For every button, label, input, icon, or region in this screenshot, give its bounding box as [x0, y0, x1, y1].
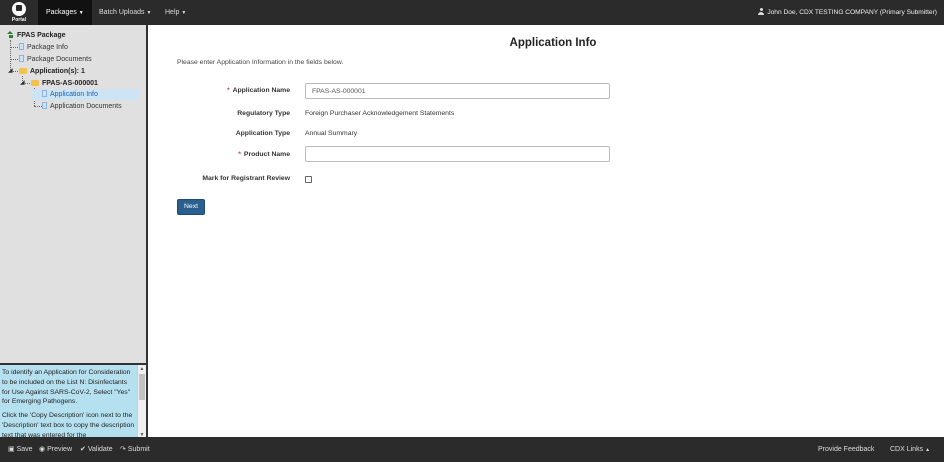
tree-item-application-label: FPAS-AS-000001 — [42, 80, 98, 87]
submit-icon: ↷ — [120, 446, 126, 453]
submit-button[interactable]: ↷ Submit — [120, 437, 150, 462]
registrant-review-label: Mark for Registrant Review — [202, 175, 290, 182]
portal-logo-text: Portal — [11, 17, 27, 23]
document-icon — [42, 102, 47, 109]
collapse-icon[interactable]: ◢ — [20, 80, 25, 86]
caret-down-icon: ▼ — [146, 10, 152, 16]
validate-label: Validate — [87, 446, 113, 453]
tree-item-application-info[interactable]: Application Info — [31, 89, 140, 100]
regulatory-type-value: Foreign Purchaser Acknowledgement Statem… — [305, 110, 455, 117]
document-icon — [19, 55, 24, 62]
folder-icon — [19, 68, 27, 74]
application-name-label-text: Application Name — [232, 87, 290, 94]
tree-item-package-info-label: Package Info — [27, 44, 68, 51]
application-name-input[interactable] — [305, 83, 610, 99]
application-name-label: * Application Name — [140, 87, 290, 94]
required-asterisk: * — [238, 151, 241, 158]
intro-text: Please enter Application Information in … — [177, 59, 344, 66]
submit-label: Submit — [127, 446, 150, 453]
tree-connector — [10, 59, 18, 60]
nav-help-label: Help — [165, 9, 180, 16]
folder-icon — [31, 80, 39, 86]
epa-seal-icon — [12, 2, 26, 16]
save-button[interactable]: ▣ Save — [8, 437, 33, 462]
help-text-paragraph: Click the 'Copy Description' icon next t… — [2, 412, 135, 437]
product-name-label: * Product Name — [140, 151, 290, 158]
registrant-review-checkbox[interactable] — [305, 176, 312, 183]
package-tree: ◢ ◢ FPAS Package Package Info Package Do… — [0, 25, 146, 363]
product-name-label-text: Product Name — [243, 151, 290, 158]
next-button[interactable]: Next — [177, 199, 205, 215]
regulatory-type-label: Regulatory Type — [237, 110, 290, 117]
application-type-value: Annual Summary — [305, 130, 358, 137]
user-name: John Doe, CDX TESTING COMPANY (Primary S… — [767, 9, 937, 16]
sidebar: ◢ ◢ FPAS Package Package Info Package Do… — [0, 25, 148, 437]
tree-item-package[interactable]: FPAS Package — [7, 30, 66, 41]
preview-label: Preview — [47, 446, 73, 453]
user-menu[interactable]: John Doe, CDX TESTING COMPANY (Primary S… — [758, 0, 937, 25]
required-asterisk: * — [226, 87, 230, 94]
tree-item-application[interactable]: FPAS-AS-000001 — [31, 78, 98, 89]
tree-item-application-info-label: Application Info — [50, 91, 98, 98]
scrollbar-thumb[interactable] — [139, 374, 145, 400]
document-icon — [42, 90, 47, 97]
caret-up-icon: ▲ — [925, 447, 931, 453]
caret-down-icon: ▼ — [181, 10, 187, 16]
application-type-label: Application Type — [235, 130, 290, 137]
collapse-icon[interactable]: ◢ — [8, 68, 13, 74]
tree-item-package-documents-label: Package Documents — [27, 56, 92, 63]
cdx-links-label: CDX Links — [890, 446, 924, 453]
bottom-toolbar: ▣ Save ◉ Preview ✔ Validate ↷ Submit Provide… — [0, 437, 944, 462]
help-panel: To identify an Application for Considera… — [0, 363, 146, 437]
tree-item-application-documents-label: Application Documents — [50, 103, 122, 110]
scroll-up-icon[interactable]: ▲ — [138, 365, 146, 373]
top-navbar: Portal Packages ▼ Batch Uploads ▼ Help ▼ Jo… — [0, 0, 944, 25]
tree-item-applications-label: Application(s): 1 — [30, 68, 85, 75]
document-icon — [19, 43, 24, 50]
help-text-paragraph: To identify an Application for Considera… — [2, 369, 131, 406]
tree-item-package-info[interactable]: Package Info — [19, 42, 68, 53]
tree-connector — [10, 47, 18, 48]
tree-item-application-documents[interactable]: Application Documents — [42, 101, 122, 112]
home-icon — [7, 31, 14, 38]
tree-connector — [34, 106, 42, 107]
tree-item-applications[interactable]: Application(s): 1 — [19, 66, 85, 77]
product-name-input[interactable] — [305, 146, 610, 162]
save-icon: ▣ — [8, 446, 15, 453]
main-content: Application Info Please enter Applicatio… — [148, 25, 944, 437]
tree-item-package-documents[interactable]: Package Documents — [19, 54, 92, 65]
nav-batch-uploads[interactable]: Batch Uploads ▼ — [91, 0, 159, 25]
caret-down-icon: ▼ — [78, 10, 84, 16]
check-icon: ✔ — [80, 446, 86, 453]
nav-packages-label: Packages — [46, 9, 77, 16]
page-title: Application Info — [509, 37, 597, 49]
portal-logo[interactable]: Portal — [0, 0, 38, 25]
preview-button[interactable]: ◉ Preview — [39, 437, 72, 462]
validate-button[interactable]: ✔ Validate — [80, 437, 113, 462]
tree-item-package-label: FPAS Package — [17, 32, 66, 39]
cdx-links-menu[interactable]: CDX Links ▲ — [890, 437, 932, 462]
nav-batch-uploads-label: Batch Uploads — [99, 9, 145, 16]
user-icon — [758, 8, 765, 15]
provide-feedback-link[interactable]: Provide Feedback — [818, 437, 874, 462]
nav-packages[interactable]: Packages ▼ — [38, 0, 92, 25]
help-scrollbar[interactable]: ▲ ▼ — [137, 365, 146, 437]
nav-help[interactable]: Help ▼ — [157, 0, 194, 25]
camera-icon: ◉ — [39, 446, 46, 453]
save-label: Save — [16, 446, 33, 453]
